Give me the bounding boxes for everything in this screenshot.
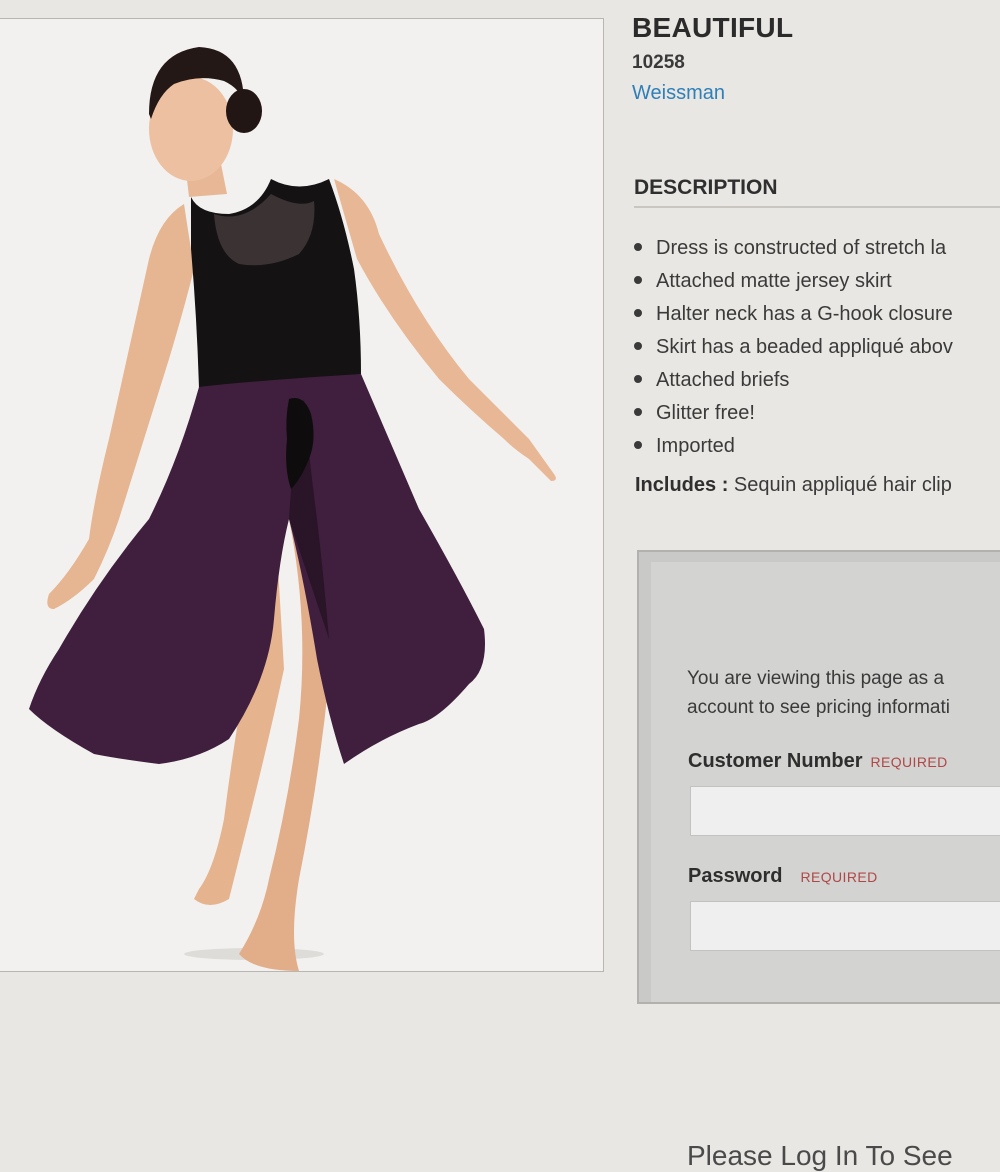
list-item: Skirt has a beaded appliqué abov (634, 331, 1000, 364)
description-heading: DESCRIPTION (634, 176, 1000, 208)
list-item: Halter neck has a G-hook closure (634, 298, 1000, 331)
product-info: BEAUTIFUL 10258 Weissman (632, 12, 1000, 105)
list-item: Glitter free! (634, 397, 1000, 430)
required-badge: REQUIRED (800, 869, 878, 885)
bullet-icon (634, 441, 642, 450)
list-item: Attached matte jersey skirt (634, 265, 1000, 298)
password-field[interactable] (690, 901, 1000, 951)
description-list: Dress is constructed of stretch la Attac… (634, 232, 1000, 463)
customer-number-label: Customer Number REQUIRED (688, 750, 948, 772)
product-sku: 10258 (632, 52, 685, 73)
includes-label: Includes : (635, 474, 729, 496)
includes-line: Includes : Sequin appliqué hair clip (635, 474, 1000, 497)
list-item: Dress is constructed of stretch la (634, 232, 1000, 265)
list-item: Imported (634, 430, 1000, 463)
bullet-icon (634, 243, 642, 252)
required-badge: REQUIRED (870, 754, 948, 770)
login-message: You are viewing this page as a account t… (687, 664, 1000, 722)
bullet-icon (634, 408, 642, 417)
bullet-icon (634, 375, 642, 384)
product-title: BEAUTIFUL (632, 12, 794, 43)
password-label: Password REQUIRED (688, 865, 878, 887)
bullet-icon (634, 276, 642, 285)
dancer-photo (0, 19, 603, 971)
brand-link[interactable]: Weissman (632, 82, 725, 105)
login-message-line: You are viewing this page as a (687, 668, 945, 689)
product-image[interactable] (0, 18, 604, 972)
login-message-line: account to see pricing informati (687, 697, 950, 718)
includes-value: Sequin appliqué hair clip (728, 474, 952, 496)
customer-number-field[interactable] (690, 786, 1000, 836)
list-item: Attached briefs (634, 364, 1000, 397)
bullet-icon (634, 342, 642, 351)
login-title: Please Log In To See (687, 1140, 953, 1171)
bullet-icon (634, 309, 642, 318)
